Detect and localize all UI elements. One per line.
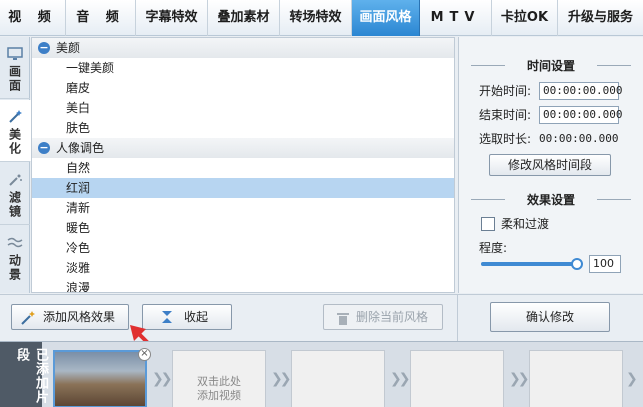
duration-label: 选取时长:	[479, 132, 532, 146]
vtab-beautify[interactable]: 美化	[0, 100, 31, 162]
degree-value-input[interactable]: 100	[589, 255, 621, 273]
close-icon[interactable]: ×	[138, 348, 151, 361]
start-time-input[interactable]: 00:00:00.000	[539, 82, 622, 100]
tree-item-selected[interactable]: 红润	[32, 178, 454, 198]
empty-clip-slot[interactable]	[291, 350, 385, 407]
tree-item[interactable]: 自然	[32, 158, 454, 178]
top-tab-bar: 视 频 音 频 字幕特效 叠加素材 转场特效 画面风格 MTV 卡拉OK 升级与…	[0, 0, 643, 36]
tree-item[interactable]: 肤色	[32, 118, 454, 138]
empty-clip-slot[interactable]: 双击此处 添加视频	[172, 350, 266, 407]
style-tree-list: − 美颜 一键美颜 磨皮 美白 肤色 − 人像调色 自然 红润 清新 暖色 冷色…	[31, 37, 455, 293]
vtab-motion[interactable]: 动景	[0, 226, 30, 288]
degree-slider[interactable]	[481, 262, 577, 266]
collapse-minus-icon[interactable]: −	[38, 42, 50, 54]
tab-mtv[interactable]: MTV	[420, 0, 492, 36]
left-category-tabs: 画面 美化 滤镜 动景	[0, 37, 31, 293]
tree-item[interactable]: 一键美颜	[32, 58, 454, 78]
tab-subtitle-effects[interactable]: 字幕特效	[136, 0, 208, 36]
chevron-double-right-icon: ❯❯	[390, 371, 411, 387]
monitor-icon	[6, 45, 24, 63]
time-settings-header: 时间设置	[471, 57, 631, 73]
degree-slider-knob[interactable]	[571, 258, 583, 270]
wave-icon	[6, 234, 24, 252]
panel-divider	[457, 295, 458, 341]
tab-overlay-material[interactable]: 叠加素材	[208, 0, 280, 36]
vtab-filter[interactable]: 滤镜	[0, 163, 30, 225]
soft-transition-label: 柔和过渡	[501, 217, 550, 231]
delete-current-style-button[interactable]: 删除当前风格	[323, 304, 443, 330]
tree-item[interactable]: 清新	[32, 198, 454, 218]
modify-style-time-button[interactable]: 修改风格时间段	[489, 154, 611, 176]
tree-item[interactable]: 磨皮	[32, 78, 454, 98]
degree-slider-fill	[481, 262, 577, 266]
tree-item[interactable]: 浪漫	[32, 278, 454, 292]
added-clips-strip: 已添加片段 × ❯❯ 双击此处 添加视频 ❯❯ ❯❯ ❯❯ ❯	[0, 341, 643, 407]
degree-label: 程度:	[479, 241, 508, 255]
end-time-input[interactable]: 00:00:00.000	[539, 106, 622, 124]
empty-clip-slot[interactable]	[529, 350, 623, 407]
tab-karaoke[interactable]: 卡拉OK	[492, 0, 558, 36]
tab-picture-style[interactable]: 画面风格	[352, 0, 420, 36]
chevron-double-right-icon: ❯❯	[271, 371, 292, 387]
trash-icon	[336, 310, 350, 334]
settings-panel: 时间设置 开始时间: 00:00:00.000 结束时间: 00:00:00.0…	[458, 37, 643, 293]
tree-group-portrait-tone[interactable]: − 人像调色	[32, 138, 454, 158]
tree-item[interactable]: 美白	[32, 98, 454, 118]
tree-item[interactable]: 冷色	[32, 238, 454, 258]
empty-clip-slot[interactable]	[410, 350, 504, 407]
tab-video[interactable]: 视 频	[0, 0, 66, 36]
tree-item[interactable]: 淡雅	[32, 258, 454, 278]
add-style-effect-button[interactable]: 添加风格效果	[11, 304, 129, 330]
end-time-label: 结束时间:	[479, 108, 532, 122]
duration-value: 00:00:00.000	[539, 132, 619, 145]
confirm-modify-button[interactable]: 确认修改	[490, 302, 610, 332]
action-button-bar: 添加风格效果 收起 删除当前风格 确认修改	[0, 294, 643, 369]
tab-transition-effects[interactable]: 转场特效	[280, 0, 352, 36]
collapse-minus-icon[interactable]: −	[38, 142, 50, 154]
added-clips-tab[interactable]: 已添加片段	[0, 342, 48, 407]
chevron-double-right-icon: ❯❯	[509, 371, 530, 387]
tab-upgrade-service[interactable]: 升级与服务	[558, 0, 643, 36]
clip-thumbnail[interactable]	[53, 350, 147, 407]
tree-item[interactable]: 暖色	[32, 218, 454, 238]
soft-transition-checkbox[interactable]	[481, 217, 495, 231]
vtab-picture[interactable]: 画面	[0, 37, 30, 99]
start-time-label: 开始时间:	[479, 84, 532, 98]
chevron-double-right-icon: ❯	[626, 371, 638, 387]
magic-wand-icon	[6, 108, 24, 126]
magic-wand-icon	[20, 310, 36, 334]
sparkle-wand-icon	[6, 171, 24, 189]
effect-settings-header: 效果设置	[471, 191, 631, 207]
tab-audio[interactable]: 音 频	[66, 0, 136, 36]
tree-group-beauty[interactable]: − 美颜	[32, 38, 454, 58]
chevron-double-right-icon: ❯❯	[152, 371, 173, 387]
